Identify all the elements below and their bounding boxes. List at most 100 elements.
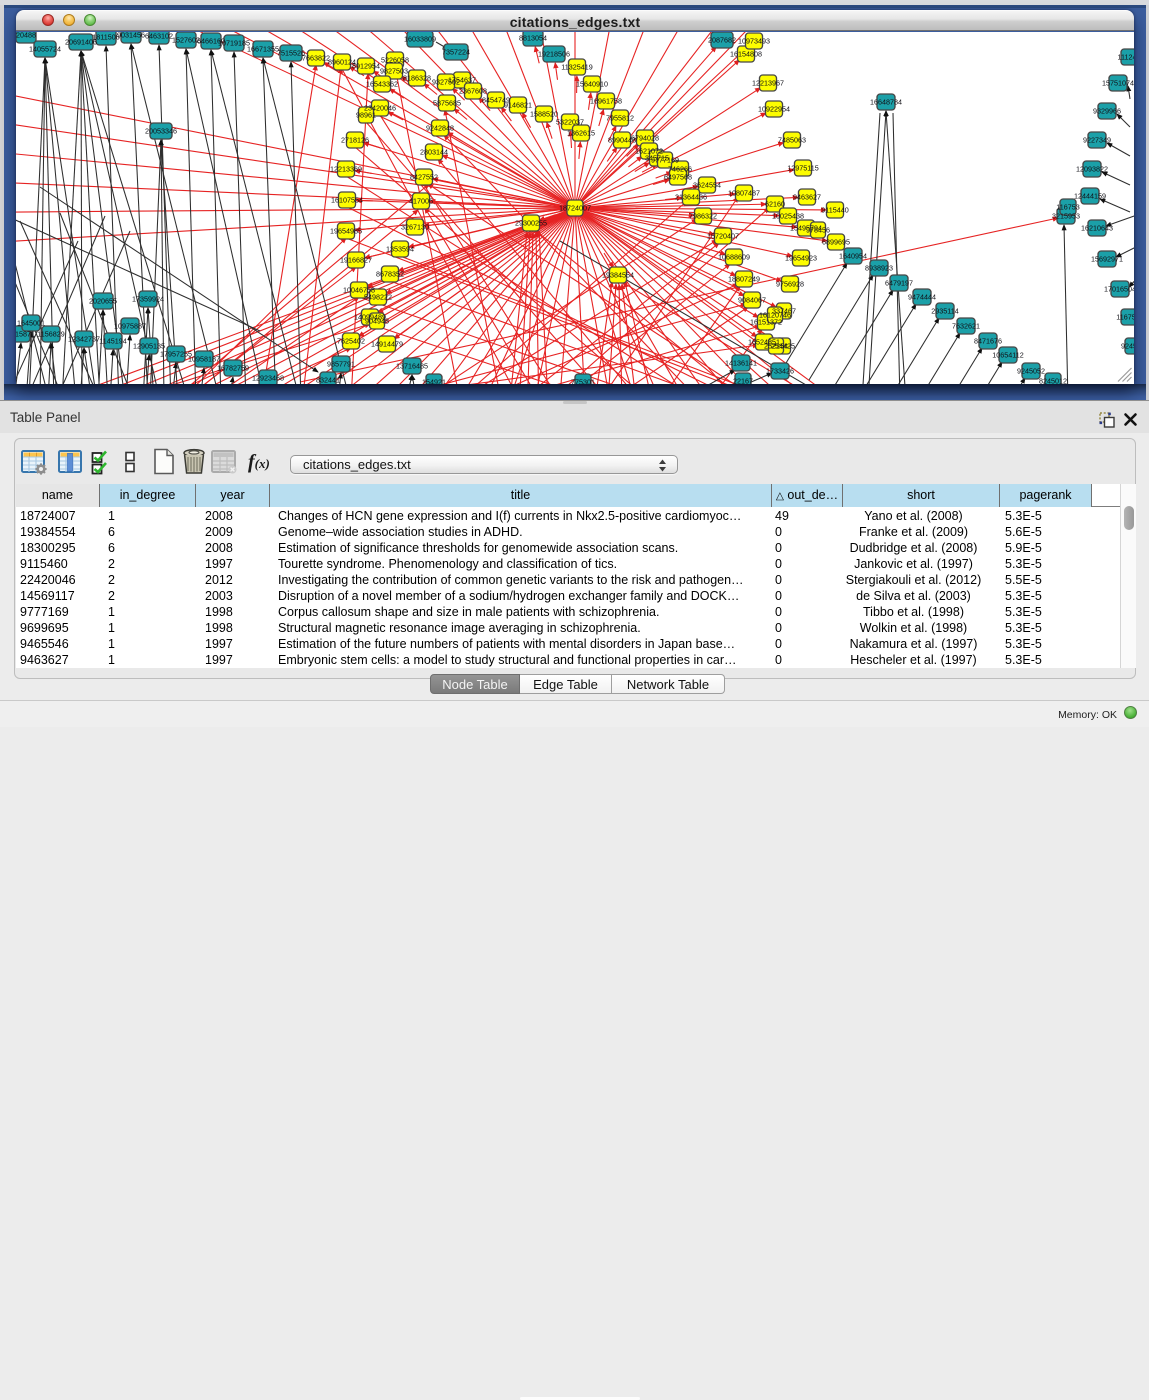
svg-text:10958187: 10958187 bbox=[188, 354, 220, 363]
svg-text:8678352: 8678352 bbox=[376, 269, 404, 278]
svg-text:7632621: 7632621 bbox=[952, 321, 980, 330]
svg-text:1156829: 1156829 bbox=[37, 329, 64, 338]
svg-text:22167: 22167 bbox=[733, 376, 753, 384]
svg-text:10975887: 10975887 bbox=[114, 321, 146, 330]
svg-text:14136141: 14136141 bbox=[725, 358, 757, 367]
svg-text:1527602: 1527602 bbox=[172, 35, 200, 44]
svg-text:2803144: 2803144 bbox=[420, 147, 448, 156]
svg-text:6794028: 6794028 bbox=[631, 133, 659, 142]
svg-text:9329966: 9329966 bbox=[1093, 106, 1121, 115]
svg-text:1811506: 1811506 bbox=[92, 32, 119, 41]
svg-text:16648784: 16648784 bbox=[870, 97, 902, 106]
svg-text:10922954: 10922954 bbox=[758, 104, 790, 113]
svg-text:10688609: 10688609 bbox=[718, 252, 750, 261]
svg-text:14914479: 14914479 bbox=[371, 339, 403, 348]
svg-text:9327502: 9327502 bbox=[432, 77, 460, 86]
svg-text:17016504: 17016504 bbox=[1104, 284, 1134, 293]
svg-text:18807249: 18807249 bbox=[728, 274, 760, 283]
svg-text:9857791: 9857791 bbox=[327, 359, 355, 368]
svg-text:8471676: 8471676 bbox=[974, 336, 1002, 345]
svg-text:19654923: 19654923 bbox=[785, 253, 817, 262]
svg-text:9146821: 9146821 bbox=[504, 100, 532, 109]
svg-text:2367608: 2367608 bbox=[459, 86, 487, 95]
svg-text:19384554: 19384554 bbox=[602, 270, 634, 279]
svg-text:17359924: 17359924 bbox=[132, 294, 164, 303]
svg-text:9245052: 9245052 bbox=[1017, 366, 1045, 375]
svg-text:9227349: 9227349 bbox=[1083, 135, 1111, 144]
svg-text:10973493: 10973493 bbox=[738, 36, 770, 45]
svg-text:2020655: 2020655 bbox=[89, 296, 117, 305]
svg-text:12923468: 12923468 bbox=[252, 373, 284, 382]
svg-text:9474444: 9474444 bbox=[908, 292, 936, 301]
svg-text:15692971: 15692971 bbox=[1091, 254, 1123, 263]
svg-text:20053346: 20053346 bbox=[145, 126, 177, 135]
svg-text:10719185: 10719185 bbox=[218, 38, 250, 47]
svg-text:111243: 111243 bbox=[1118, 52, 1134, 61]
svg-text:10025438: 10025438 bbox=[772, 211, 804, 220]
svg-text:13716485: 13716485 bbox=[396, 361, 428, 370]
svg-text:12975115: 12975115 bbox=[787, 163, 818, 172]
svg-text:3915871: 3915871 bbox=[16, 329, 35, 338]
svg-text:2087682: 2087682 bbox=[708, 35, 736, 44]
svg-text:6497568: 6497568 bbox=[664, 172, 692, 181]
svg-text:8813054: 8813054 bbox=[519, 33, 547, 42]
svg-text:252254: 252254 bbox=[764, 341, 788, 350]
svg-text:775301: 775301 bbox=[571, 377, 595, 384]
svg-text:5322037: 5322037 bbox=[556, 117, 584, 126]
svg-text:417006: 417006 bbox=[409, 196, 433, 205]
svg-text:10654112: 10654112 bbox=[992, 350, 1023, 359]
svg-text:16961758: 16961758 bbox=[590, 96, 622, 105]
svg-text:924501: 924501 bbox=[1121, 341, 1134, 350]
svg-text:1167534: 1167534 bbox=[1116, 312, 1134, 321]
svg-text:7986322: 7986322 bbox=[689, 211, 717, 220]
svg-text:9242848: 9242848 bbox=[426, 123, 454, 132]
svg-text:15751074: 15751074 bbox=[1102, 78, 1134, 87]
svg-text:904948: 904948 bbox=[365, 316, 389, 325]
svg-text:18724007: 18724007 bbox=[559, 203, 591, 212]
svg-text:19654985: 19654985 bbox=[330, 226, 362, 235]
svg-text:16107554: 16107554 bbox=[331, 195, 363, 204]
svg-text:12093822: 12093822 bbox=[1076, 164, 1108, 173]
svg-text:62160: 62160 bbox=[765, 199, 785, 208]
svg-text:6899695: 6899695 bbox=[822, 237, 850, 246]
svg-text:5498222: 5498222 bbox=[364, 292, 392, 301]
svg-text:1640954: 1640954 bbox=[839, 251, 867, 260]
svg-text:9115440: 9115440 bbox=[821, 205, 848, 214]
svg-text:9463627: 9463627 bbox=[793, 192, 821, 201]
svg-text:9756928: 9756928 bbox=[776, 279, 804, 288]
svg-text:12213369: 12213369 bbox=[330, 164, 362, 173]
svg-text:2935114: 2935114 bbox=[931, 306, 958, 315]
svg-text:15640910: 15640910 bbox=[576, 79, 608, 88]
svg-text:154921: 154921 bbox=[422, 377, 446, 384]
svg-text:7663822: 7663822 bbox=[302, 53, 330, 62]
svg-text:8427552: 8427552 bbox=[410, 172, 438, 181]
svg-text:9777169: 9777169 bbox=[651, 155, 679, 164]
svg-text:116753: 116753 bbox=[1056, 202, 1079, 211]
svg-text:16154808: 16154808 bbox=[730, 49, 762, 58]
svg-text:6463102: 6463102 bbox=[145, 32, 173, 40]
svg-text:6479197: 6479197 bbox=[885, 278, 913, 287]
svg-text:3624554: 3624554 bbox=[693, 180, 721, 189]
svg-text:7485063: 7485063 bbox=[778, 135, 806, 144]
svg-text:12213967: 12213967 bbox=[752, 78, 784, 87]
svg-text:21364436: 21364436 bbox=[675, 192, 707, 201]
svg-text:11325419: 11325419 bbox=[561, 62, 592, 71]
svg-text:7625402: 7625402 bbox=[337, 336, 365, 345]
svg-text:5875685: 5875685 bbox=[433, 98, 461, 107]
svg-text:8938923: 8938923 bbox=[865, 263, 893, 272]
svg-text:10807487: 10807487 bbox=[728, 188, 760, 197]
svg-text:1353594: 1353594 bbox=[386, 244, 414, 253]
svg-text:978456: 978456 bbox=[806, 225, 830, 234]
svg-text:3215953: 3215953 bbox=[1052, 211, 1080, 220]
svg-text:12342737: 12342737 bbox=[68, 334, 100, 343]
svg-text:5226058: 5226058 bbox=[381, 55, 409, 64]
svg-text:12444159: 12444159 bbox=[1074, 191, 1106, 200]
svg-text:29300255: 29300255 bbox=[515, 218, 547, 227]
svg-text:2718126: 2718126 bbox=[341, 135, 369, 144]
svg-text:16782759: 16782759 bbox=[217, 363, 249, 372]
svg-text:7515526: 7515526 bbox=[277, 48, 305, 57]
svg-text:7955812: 7955812 bbox=[606, 113, 634, 122]
svg-text:16210643: 16210643 bbox=[1081, 223, 1113, 232]
svg-text:16120746: 16120746 bbox=[759, 310, 791, 319]
svg-text:8245012: 8245012 bbox=[1039, 376, 1067, 384]
